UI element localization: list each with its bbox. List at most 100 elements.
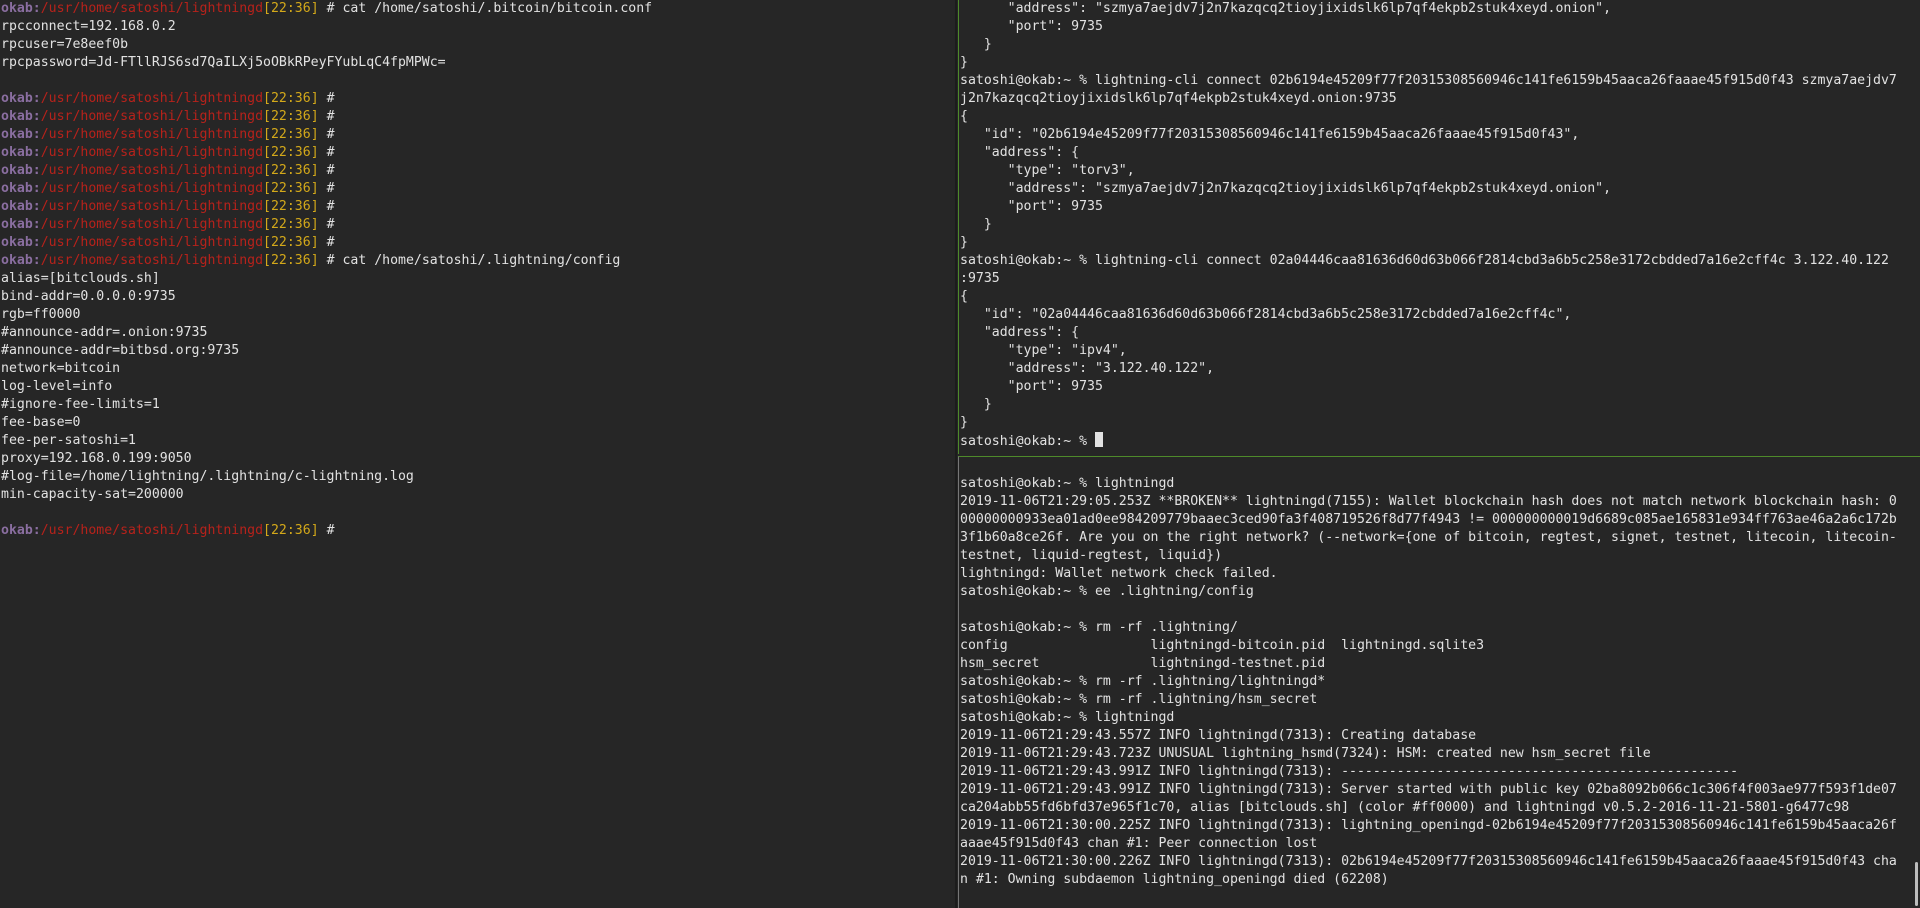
terminal-prompt-line: okab:/usr/home/satoshi/lightningd[22:36]… <box>1 126 956 144</box>
terminal-output-line: n #1: Owning subdaemon lightning_opening… <box>960 872 1389 887</box>
prompt-separator: : <box>32 181 41 196</box>
terminal-output-line: 2019-11-06T21:29:05.253Z **BROKEN** ligh… <box>960 494 1897 509</box>
prompt-symbol: # <box>318 235 343 250</box>
pane-divider[interactable] <box>955 0 957 908</box>
terminal-command: cat /home/satoshi/.lightning/config <box>342 253 621 268</box>
terminal-text: bind-addr=0.0.0.0:9735 <box>1 289 176 304</box>
terminal-output-line: network=bitcoin <box>1 360 956 378</box>
terminal-output-line: 00000000933ea01ad0ee984209779baaec3ced90… <box>960 512 1897 527</box>
terminal-output-line: fee-per-satoshi=1 <box>1 432 956 450</box>
prompt-bracket: ] <box>310 235 319 250</box>
terminal-output-line: "type": "ipv4", <box>960 343 1127 358</box>
terminal-output-line: 2019-11-06T21:30:00.225Z INFO lightningd… <box>960 818 1897 833</box>
terminal-text: fee-base=0 <box>1 415 81 430</box>
prompt-symbol: # <box>318 199 343 214</box>
prompt-bracket: [ <box>263 145 271 160</box>
terminal-text: network=bitcoin <box>1 361 121 376</box>
terminal-text: #log-file=/home/lightning/.lightning/c-l… <box>1 469 414 484</box>
terminal-output-line: } <box>960 217 992 232</box>
prompt-bracket: ] <box>310 217 319 232</box>
prompt-bracket: ] <box>310 145 319 160</box>
prompt-separator: : <box>32 523 41 538</box>
prompt-bracket: ] <box>310 1 319 16</box>
bottom-right-terminal-pane[interactable]: satoshi@okab:~ % lightningd 2019-11-06T21… <box>958 456 1920 908</box>
prompt-time: 22:36 <box>270 91 311 106</box>
terminal-prompt-line: okab:/usr/home/satoshi/lightningd[22:36]… <box>1 252 956 270</box>
terminal-prompt-line: okab:/usr/home/satoshi/lightningd[22:36]… <box>1 162 956 180</box>
terminal-output-line: fee-base=0 <box>1 414 956 432</box>
prompt-time: 22:36 <box>270 109 311 124</box>
prompt-bracket: [ <box>263 181 271 196</box>
prompt-bracket: ] <box>310 253 319 268</box>
prompt-symbol: # <box>318 253 343 268</box>
terminal-text: #ignore-fee-limits=1 <box>1 397 160 412</box>
prompt-host: okab <box>1 217 33 232</box>
terminal-output-line: j2n7kazqcq2tioyjixidslk6lp7qf4ekpb2stuk4… <box>960 91 1397 106</box>
terminal-output-line: "address": "szmya7aejdv7j2n7kazqcq2tioyj… <box>960 1 1612 16</box>
top-right-terminal-pane[interactable]: "address": "szmya7aejdv7j2n7kazqcq2tioyj… <box>958 0 1920 454</box>
prompt-symbol: # <box>318 181 343 196</box>
prompt-bracket: ] <box>310 109 319 124</box>
terminal-output-line: { <box>960 109 968 124</box>
left-terminal-pane[interactable]: okab:/usr/home/satoshi/lightningd[22:36]… <box>0 0 956 908</box>
terminal-text: alias=[bitclouds.sh] <box>1 271 160 286</box>
terminal-text: log-level=info <box>1 379 113 394</box>
prompt-bracket: ] <box>310 127 319 142</box>
prompt-bracket: ] <box>310 91 319 106</box>
terminal-text: rpcuser=7e8eef0b <box>1 37 129 52</box>
terminal-prompt-line: okab:/usr/home/satoshi/lightningd[22:36]… <box>1 198 956 216</box>
prompt-host: okab <box>1 163 33 178</box>
bottom-right-terminal-output: satoshi@okab:~ % lightningd 2019-11-06T21… <box>959 457 1920 889</box>
prompt-separator: : <box>32 217 41 232</box>
terminal-output-line: ca204abb55fd6bfd37e965f1c70, alias [bitc… <box>960 800 1850 815</box>
prompt-symbol: # <box>318 1 343 16</box>
prompt-separator: : <box>32 235 41 250</box>
prompt-time: 22:36 <box>270 163 311 178</box>
prompt-path: /usr/home/satoshi/lightningd <box>40 253 264 268</box>
prompt-path: /usr/home/satoshi/lightningd <box>40 523 264 538</box>
terminal-prompt-line: okab:/usr/home/satoshi/lightningd[22:36]… <box>1 0 956 18</box>
terminal-prompt-line: okab:/usr/home/satoshi/lightningd[22:36]… <box>1 144 956 162</box>
terminal-text: rpcconnect=192.168.0.2 <box>1 19 176 34</box>
prompt-host: okab <box>1 145 33 160</box>
prompt-path: /usr/home/satoshi/lightningd <box>40 199 264 214</box>
prompt-time: 22:36 <box>270 253 311 268</box>
terminal-output-line: "id": "02b6194e45209f77f20315308560946c1… <box>960 127 1580 142</box>
prompt-time: 22:36 <box>270 523 311 538</box>
scrollbar[interactable] <box>1915 862 1918 906</box>
terminal-output-line: #log-file=/home/lightning/.lightning/c-l… <box>1 468 956 486</box>
terminal-prompt-line: okab:/usr/home/satoshi/lightningd[22:36]… <box>1 522 956 540</box>
terminal-output-line: #ignore-fee-limits=1 <box>1 396 956 414</box>
prompt-symbol: # <box>318 127 343 142</box>
terminal-output-line: config lightningd-bitcoin.pid lightningd… <box>960 638 1485 653</box>
terminal-command: cat /home/satoshi/.bitcoin/bitcoin.conf <box>342 1 653 16</box>
terminal-output-line: } <box>960 55 968 70</box>
prompt-time: 22:36 <box>270 217 311 232</box>
terminal-prompt: satoshi@okab:~ % <box>960 434 1095 449</box>
terminal-text: #announce-addr=.onion:9735 <box>1 325 208 340</box>
terminal-output-line: lightningd: Wallet network check failed. <box>960 566 1278 581</box>
terminal-output-line: satoshi@okab:~ % ee .lightning/config <box>960 584 1254 599</box>
prompt-separator: : <box>32 163 41 178</box>
prompt-path: /usr/home/satoshi/lightningd <box>40 181 264 196</box>
prompt-time: 22:36 <box>270 235 311 250</box>
prompt-host: okab <box>1 199 33 214</box>
prompt-bracket: [ <box>263 217 271 232</box>
terminal-output-line: rpcuser=7e8eef0b <box>1 36 956 54</box>
terminal-output-line: } <box>960 235 968 250</box>
prompt-separator: : <box>32 91 41 106</box>
terminal-output-line: 2019-11-06T21:29:43.991Z INFO lightningd… <box>960 782 1897 797</box>
terminal-output-line: 2019-11-06T21:29:43.723Z UNUSUAL lightni… <box>960 746 1651 761</box>
prompt-path: /usr/home/satoshi/lightningd <box>40 235 264 250</box>
prompt-bracket: [ <box>263 91 271 106</box>
prompt-time: 22:36 <box>270 181 311 196</box>
prompt-bracket: ] <box>310 181 319 196</box>
prompt-path: /usr/home/satoshi/lightningd <box>40 91 264 106</box>
prompt-symbol: # <box>318 109 343 124</box>
terminal-output-line: #announce-addr=.onion:9735 <box>1 324 956 342</box>
terminal-output-line: 3f1b60a8ce26f. Are you on the right netw… <box>960 530 1897 545</box>
terminal-output-line: hsm_secret lightningd-testnet.pid <box>960 656 1326 671</box>
terminal-output-line: "port": 9735 <box>960 19 1103 34</box>
